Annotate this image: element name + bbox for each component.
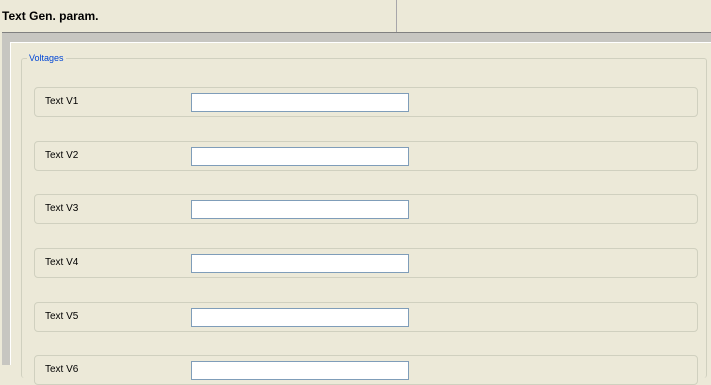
voltage-input-v5[interactable] (191, 308, 409, 327)
frame-left-edge (0, 32, 2, 365)
voltage-input-v1[interactable] (191, 93, 409, 112)
voltage-row-v6: Text V6 (34, 355, 698, 385)
voltage-input-v3[interactable] (191, 200, 409, 219)
voltage-row-v4: Text V4 (34, 248, 698, 278)
voltage-row-v5: Text V5 (34, 302, 698, 332)
voltage-input-v2[interactable] (191, 147, 409, 166)
voltage-row-v3: Text V3 (34, 194, 698, 224)
frame-divider (2, 32, 711, 33)
voltage-row-v2: Text V2 (34, 141, 698, 171)
window-title: Text Gen. param. (2, 9, 99, 23)
title-cell: Text Gen. param. (0, 0, 397, 32)
voltages-groupbox: Voltages Text V1 Text V2 Text V3 Text V4… (21, 51, 707, 385)
voltages-group-label: Voltages (27, 51, 66, 65)
title-bar-empty-cell (397, 0, 711, 32)
voltage-label-v3: Text V3 (45, 203, 79, 214)
voltage-input-v6[interactable] (191, 361, 409, 380)
title-bar: Text Gen. param. (0, 0, 711, 33)
voltage-label-v5: Text V5 (45, 311, 79, 322)
voltage-row-v1: Text V1 (34, 87, 698, 117)
voltage-label-v2: Text V2 (45, 150, 79, 161)
content-frame: Voltages Text V1 Text V2 Text V3 Text V4… (0, 32, 711, 385)
voltage-label-v4: Text V4 (45, 257, 79, 268)
voltage-label-v6: Text V6 (45, 364, 79, 375)
voltage-label-v1: Text V1 (45, 96, 79, 107)
voltage-input-v4[interactable] (191, 254, 409, 273)
parameters-panel[interactable]: Voltages Text V1 Text V2 Text V3 Text V4… (10, 42, 711, 385)
